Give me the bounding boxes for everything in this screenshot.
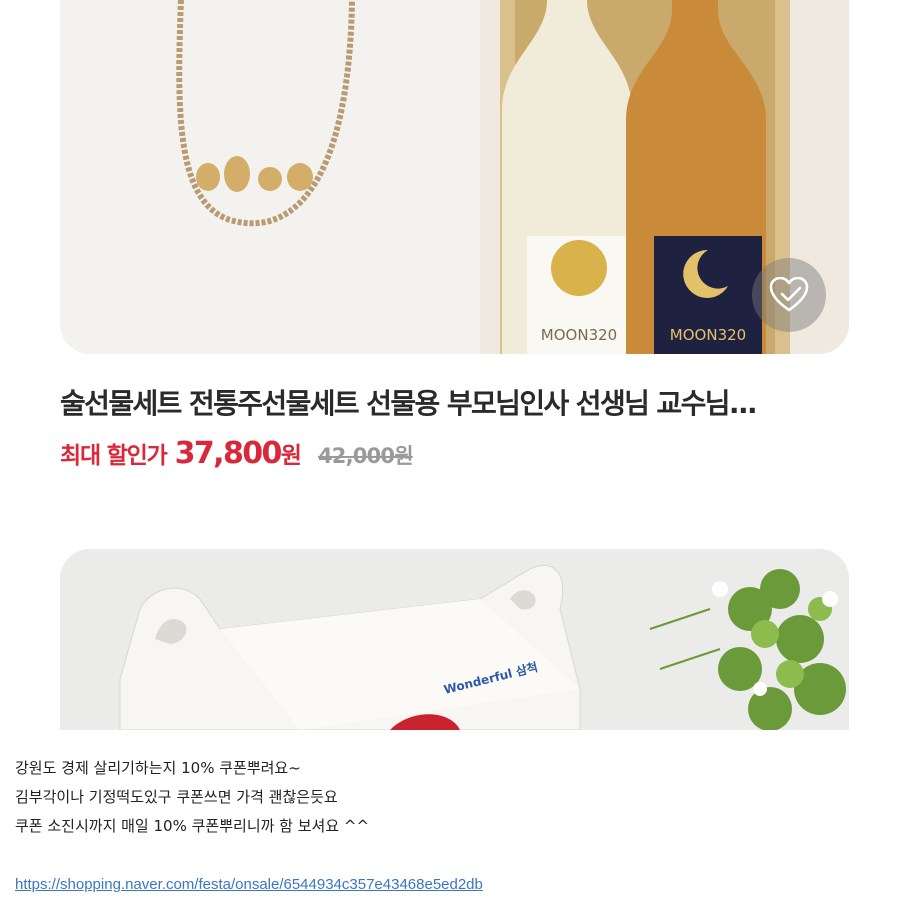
bottle-label-2: MOON320 bbox=[670, 326, 746, 344]
gift-box-illustration-2: Wonderful 삼척 bbox=[60, 549, 849, 730]
sale-price: 37,800 bbox=[174, 436, 283, 471]
post-body: 강원도 경제 살리기하는지 10% 쿠폰뿌려요~ 김부각이나 기정떡도있구 쿠폰… bbox=[15, 754, 369, 841]
bottle-label-1: MOON320 bbox=[541, 326, 617, 344]
price-label: 최대 할인가 bbox=[60, 443, 168, 469]
post-line: 김부각이나 기정떡도있구 쿠폰쓰면 가격 괜찮은듯요 bbox=[15, 788, 338, 806]
product-image[interactable]: MOON320 MOON320 bbox=[60, 0, 849, 354]
wishlist-button[interactable] bbox=[752, 258, 826, 332]
post-line: 강원도 경제 살리기하는지 10% 쿠폰뿌려요~ bbox=[15, 759, 301, 777]
heart-check-icon bbox=[769, 277, 809, 312]
product-image-2[interactable]: Wonderful 삼척 bbox=[60, 549, 849, 730]
product-title[interactable]: 술선물세트 전통주선물세트 선물용 부모님인사 선생님 교수님... bbox=[60, 384, 860, 424]
gift-box-illustration: MOON320 MOON320 bbox=[60, 0, 849, 354]
price-row: 최대 할인가 37,800 원 42,000원 bbox=[60, 436, 414, 476]
post-line: 쿠폰 소진시까지 매일 10% 쿠폰뿌리니까 함 보셔요 ^^ bbox=[15, 817, 370, 835]
original-price: 42,000원 bbox=[317, 444, 414, 468]
shopping-link[interactable]: https://shopping.naver.com/festa/onsale/… bbox=[15, 876, 483, 893]
sale-price-unit: 원 bbox=[280, 443, 302, 469]
